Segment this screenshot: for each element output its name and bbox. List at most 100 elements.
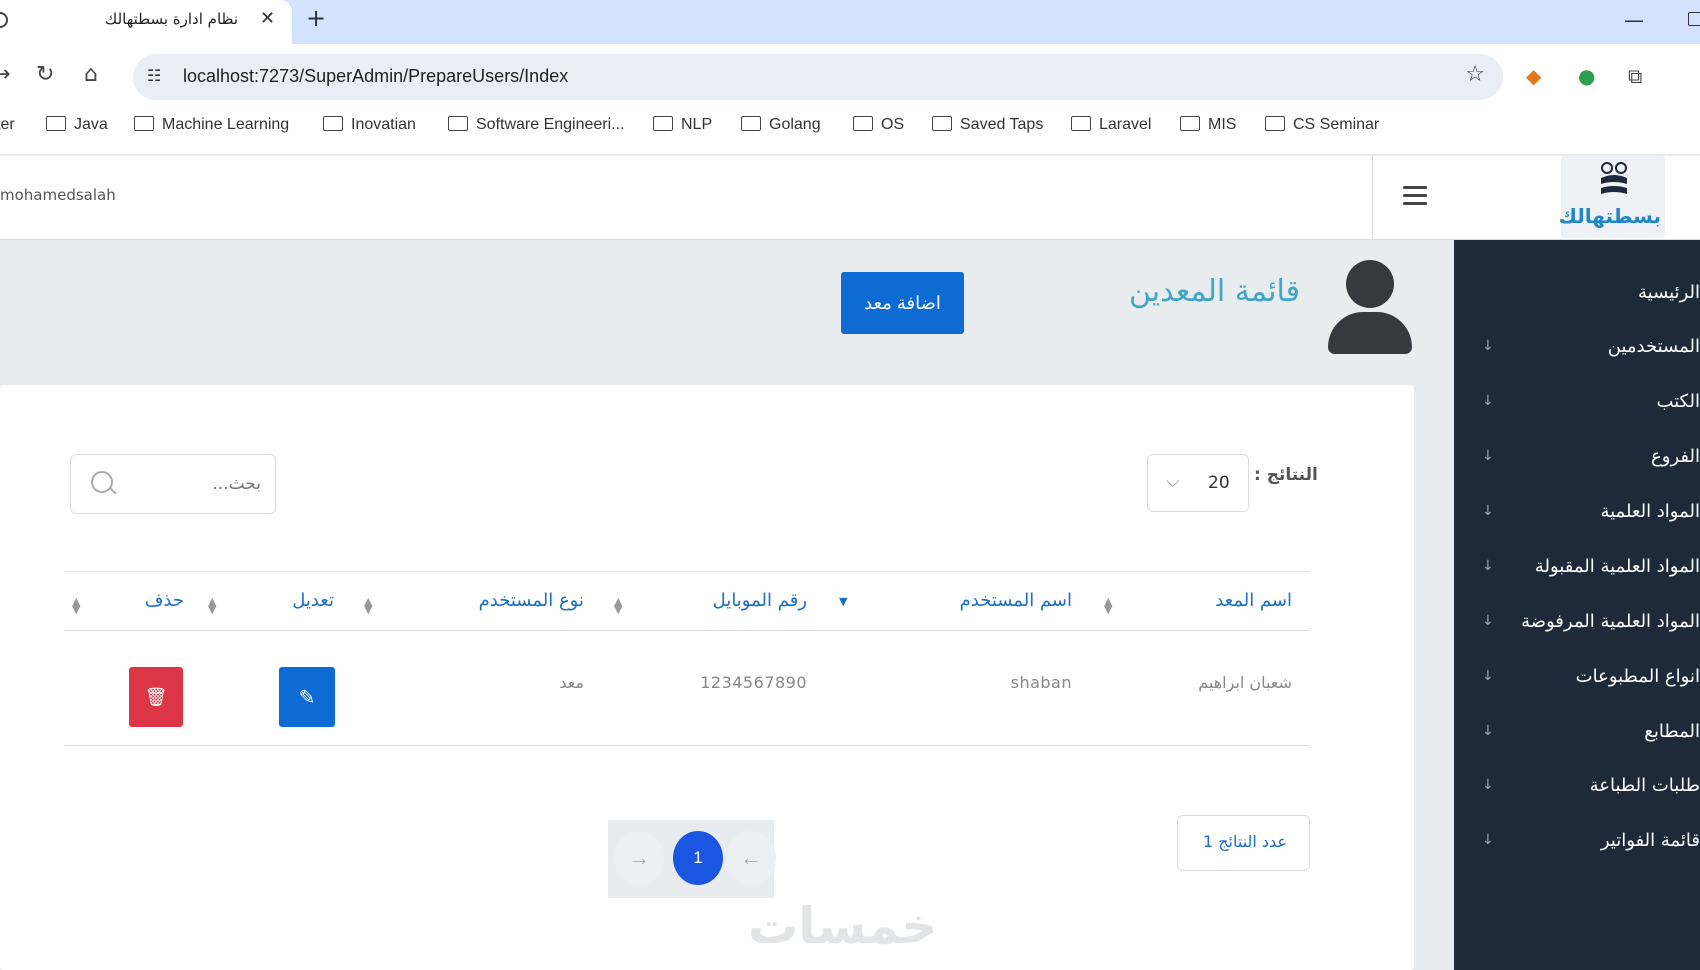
sidebar-item-label: المواد العلمية المرفوضة [1521,611,1700,632]
sort-desc-icon[interactable]: ▼ [839,596,847,607]
arrow-down-icon: ↓ [1482,668,1494,684]
browser-tab[interactable]: نظام ادارة بسطتهالك ✕ [0,0,292,44]
sidebar-item-label: المطابع [1644,721,1700,742]
column-header-preparer-name[interactable]: اسم المعد [1215,590,1292,611]
sidebar-item-label: المواد العلمية [1600,501,1700,522]
arrow-down-icon: ↓ [1482,832,1494,848]
home-icon[interactable]: ⌂ [84,62,98,87]
content-card: النتائج : 20 ⌵ اسم المعد ▲▼ اسم المستخدم… [0,385,1414,970]
sidebar-item-branches[interactable]: ↓ الفروع [1454,446,1700,476]
search-box[interactable] [70,454,276,514]
folder-icon [853,116,873,131]
arrow-down-icon: ↓ [1482,723,1494,739]
bookmark-star-icon[interactable]: ☆ [1465,62,1485,87]
folder-icon [932,116,952,131]
next-page-button[interactable]: → [614,831,664,885]
close-tab-icon[interactable]: ✕ [260,8,275,29]
bookmark-item[interactable]: ter [0,116,15,134]
sidebar-item-accepted-materials[interactable]: ↓ المواد العلمية المقبولة [1454,556,1700,586]
arrow-left-icon: ← [740,845,762,870]
sidebar-item-label: انواع المطبوعات [1575,666,1700,687]
extension-icon[interactable]: ● [1578,64,1595,88]
sidebar-item-label: قائمة الفواتير [1600,830,1700,851]
hamburger-icon-line [1403,202,1427,205]
column-header-delete[interactable]: حذف [145,590,184,611]
sidebar-item-home[interactable]: الرئيسية [1454,282,1700,312]
bookmark-item[interactable]: Laravel [1071,116,1151,134]
sort-icon[interactable]: ▲ ▼ [614,596,622,615]
column-header-user-type[interactable]: نوع المستخدم [479,590,584,611]
search-input[interactable] [121,469,261,499]
maximize-icon[interactable] [1688,12,1700,26]
sidebar-item-label: الرئيسية [1638,282,1700,303]
browser-tab-strip: نظام ادارة بسطتهالك ✕ + — [0,0,1700,44]
bookmark-item[interactable]: Inovatian [323,116,416,134]
bookmark-item[interactable]: Machine Learning [134,116,289,134]
sidebar-item-printers[interactable]: ↓ المطابع [1454,721,1700,751]
puzzle-icon[interactable]: ⧉ [1628,64,1642,88]
reload-icon[interactable]: ↻ [36,62,54,87]
folder-icon [134,116,154,131]
forward-arrow-icon[interactable]: → [0,62,10,87]
sidebar-item-label: المواد العلمية المقبولة [1534,556,1700,577]
delete-button[interactable]: 🗑 [129,667,183,727]
bookmark-item[interactable]: MIS [1180,116,1236,134]
sort-icon[interactable]: ▲ ▼ [364,596,372,615]
add-preparer-button[interactable]: اضافة معد [841,272,964,334]
username[interactable]: mohamedsalah [0,186,116,204]
hamburger-icon [1403,186,1427,189]
logo[interactable]: بسطتهالك [1559,156,1665,238]
folder-icon [46,116,66,131]
arrow-down-icon: ↓ [1482,558,1494,574]
sidebar: الرئيسية ↓ المستخدمين ↓ الكتب ↓ الفروع ↓… [1454,240,1700,970]
sidebar-item-users[interactable]: ↓ المستخدمين [1454,336,1700,366]
previous-page-button[interactable]: ← [726,831,776,885]
bookmark-item[interactable]: NLP [653,116,712,134]
sidebar-item-books[interactable]: ↓ الكتب [1454,391,1700,421]
bookmark-item[interactable]: Java [46,116,108,134]
page-title: قائمة المعدين [1128,274,1300,309]
trash-icon: 🗑 [144,686,168,707]
column-header-edit[interactable]: تعديل [292,590,334,611]
results-count: عدد النتائج 1 [1177,815,1310,871]
bookmark-item[interactable]: Saved Taps [932,116,1043,134]
minimize-icon[interactable]: — [1624,8,1644,32]
address-bar[interactable]: ☷ localhost:7273/SuperAdmin/PrepareUsers… [133,54,1503,100]
app-header: mohamedsalah [0,156,1454,240]
page-button-current[interactable]: 1 [673,831,723,885]
fox-extension-icon[interactable]: ◆ [1526,64,1541,88]
column-header-username[interactable]: اسم المستخدم [960,590,1072,611]
menu-toggle-button[interactable] [1372,156,1454,240]
sidebar-item-materials[interactable]: ↓ المواد العلمية [1454,501,1700,531]
folder-icon [323,116,343,131]
edit-icon: ✎ [298,686,316,709]
results-count-text: عدد النتائج 1 [1202,832,1287,851]
bookmark-item[interactable]: Software Engineeri... [448,116,625,134]
sidebar-item-rejected-materials[interactable]: ↓ المواد العلمية المرفوضة [1454,611,1700,641]
column-header-mobile[interactable]: رقم الموبايل [713,590,807,611]
edit-button[interactable]: ✎ [279,667,335,727]
bookmark-item[interactable]: OS [853,116,904,134]
hamburger-icon-line [1403,194,1427,197]
site-info-icon[interactable]: ☷ [147,66,161,85]
results-per-page-select[interactable]: 20 ⌵ [1147,454,1249,512]
avatar-body [1328,312,1412,354]
bookmark-item[interactable]: Golang [741,116,821,134]
arrow-down-icon: ↓ [1482,613,1494,629]
folder-icon [653,116,673,131]
folder-icon [1180,116,1200,131]
bookmark-item[interactable]: CS Seminar [1265,116,1379,134]
sidebar-item-print-requests[interactable]: ↓ طلبات الطباعة [1454,775,1700,805]
sidebar-item-invoices[interactable]: ↓ قائمة الفواتير [1454,830,1700,860]
chevron-down-icon: ⌵ [1166,471,1180,492]
url-text[interactable]: localhost:7273/SuperAdmin/PrepareUsers/I… [183,66,568,87]
bookmarks-bar: ter Java Machine Learning Inovatian Soft… [0,112,1700,144]
new-tab-icon[interactable]: + [306,4,326,32]
sort-icon[interactable]: ▲ ▼ [208,596,216,615]
sort-icon[interactable]: ▲ ▼ [1104,596,1112,615]
sidebar-item-print-types[interactable]: ↓ انواع المطبوعات [1454,666,1700,696]
sort-icon[interactable]: ▲ ▼ [72,596,80,615]
arrow-down-icon: ↓ [1482,503,1494,519]
cell-username: shaban [1010,673,1072,692]
search-icon [91,471,113,493]
